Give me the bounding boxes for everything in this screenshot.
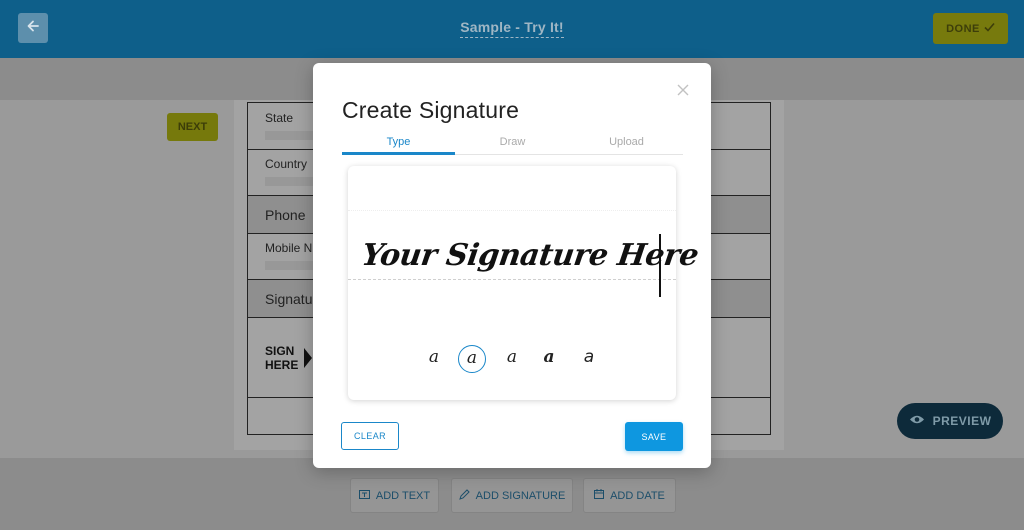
- tab-type[interactable]: Type: [342, 133, 455, 155]
- sign-here-tag[interactable]: SIGN HERE: [265, 344, 298, 372]
- document-title[interactable]: Sample - Try It!: [0, 19, 1024, 38]
- preview-label: PREVIEW: [932, 414, 992, 428]
- next-label: NEXT: [177, 121, 208, 133]
- signature-text[interactable]: Your Signature Here: [360, 238, 701, 273]
- save-button[interactable]: SAVE: [625, 422, 683, 451]
- country-label: Country: [265, 157, 308, 171]
- signature-input-area[interactable]: Your Signature Here a a a a a: [348, 166, 701, 400]
- signature-baseline: [348, 279, 676, 280]
- create-signature-modal: Create Signature Type Draw Upload Your S…: [313, 63, 711, 468]
- add-text-label: ADD TEXT: [375, 489, 431, 502]
- font-option-5[interactable]: a: [575, 345, 603, 373]
- modal-title: Create Signature: [342, 97, 520, 123]
- signature-guide-line: [348, 210, 676, 211]
- add-date-label: ADD DATE: [610, 489, 665, 502]
- signature-section-label: Signatu: [265, 291, 313, 307]
- font-option-1[interactable]: a: [420, 345, 448, 373]
- eye-icon: [909, 414, 925, 428]
- next-button[interactable]: NEXT: [167, 113, 218, 141]
- sign-here-line2: HERE: [265, 358, 299, 372]
- sign-here-arrow-icon: [304, 348, 312, 368]
- top-bar: Sample - Try It! DONE: [0, 0, 1024, 58]
- document-title-text: Sample - Try It!: [460, 19, 564, 38]
- clear-label: CLEAR: [353, 431, 386, 441]
- signature-tabs: Type Draw Upload: [342, 133, 683, 155]
- font-option-3[interactable]: a: [498, 345, 526, 373]
- clear-button[interactable]: CLEAR: [341, 422, 399, 450]
- checkmark-icon: [984, 22, 995, 35]
- save-label: SAVE: [641, 431, 667, 442]
- mobile-label: Mobile Nu: [265, 241, 320, 255]
- state-label: State: [265, 111, 294, 125]
- add-signature-button[interactable]: ADD SIGNATURE: [451, 478, 573, 513]
- done-label: DONE: [946, 22, 980, 35]
- sign-here-line1: SIGN: [265, 344, 295, 358]
- font-option-2[interactable]: a: [458, 345, 486, 373]
- preview-button[interactable]: PREVIEW: [897, 403, 1003, 439]
- add-date-button[interactable]: ADD DATE: [583, 478, 676, 513]
- text-cursor: [659, 234, 661, 297]
- done-button[interactable]: DONE: [933, 13, 1008, 44]
- calendar-icon: [594, 489, 605, 502]
- close-icon[interactable]: [676, 83, 690, 97]
- tab-upload[interactable]: Upload: [570, 133, 683, 155]
- text-box-icon: [358, 489, 370, 502]
- tab-draw[interactable]: Draw: [456, 133, 569, 155]
- add-text-button[interactable]: ADD TEXT: [350, 478, 439, 513]
- pen-icon: [458, 488, 470, 503]
- add-signature-label: ADD SIGNATURE: [475, 489, 566, 502]
- phone-section-label: Phone: [265, 207, 306, 223]
- font-style-picker: a a a a a: [420, 345, 610, 375]
- font-option-4[interactable]: a: [535, 345, 563, 373]
